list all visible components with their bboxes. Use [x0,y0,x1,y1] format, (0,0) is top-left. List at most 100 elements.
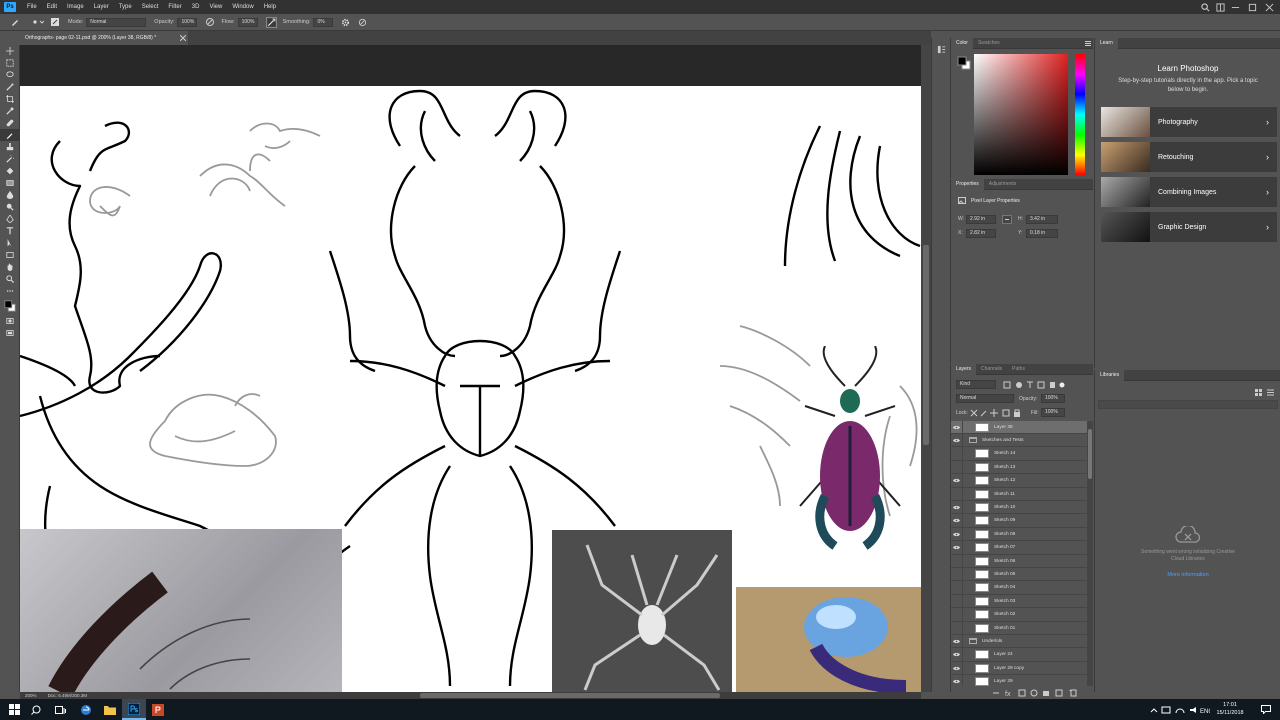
layers-scroll-thumb[interactable] [1088,429,1092,479]
menu-type[interactable]: Type [114,4,137,10]
taskbar-photoshop[interactable] [122,699,146,720]
close-icon[interactable] [1265,3,1274,12]
healing-brush-tool[interactable] [0,117,20,129]
panel-menu-icon[interactable] [1085,41,1091,46]
visibility-toggle[interactable] [951,581,963,595]
layer-group-row[interactable]: Sketches and Tests [951,433,1087,448]
visibility-toggle[interactable] [951,421,963,434]
marquee-tool[interactable] [0,57,20,69]
history-icon[interactable] [937,45,946,54]
layer-row[interactable]: Sketch 04 [951,581,1087,595]
layer-row[interactable]: Sketch 10 [951,500,1087,515]
tab-paths[interactable]: Paths [1007,364,1030,375]
visibility-toggle[interactable] [951,487,963,501]
grid-view-icon[interactable] [1255,389,1262,396]
tab-learn[interactable]: Learn [1095,37,1118,49]
horizontal-scroll-thumb[interactable] [420,693,720,698]
color-swatches[interactable] [0,297,20,315]
tab-adjustments[interactable]: Adjustments [984,179,1022,190]
menu-view[interactable]: View [204,4,227,10]
mode-select[interactable]: Normal [86,17,147,27]
document-tab[interactable]: Orthographs- page 02-11.psd @ 200% (Laye… [20,31,188,45]
hue-slider[interactable] [1075,54,1085,175]
vertical-scrollbar[interactable] [921,45,931,692]
tab-swatches[interactable]: Swatches [973,38,1005,49]
layer-filter-icons[interactable] [1003,381,1065,389]
y-field[interactable]: 0.18 in [1026,229,1058,238]
tab-properties[interactable]: Properties [951,178,984,190]
menu-help[interactable]: Help [259,4,281,10]
layer-group-row[interactable]: Underlols [951,634,1087,649]
close-tab-icon[interactable] [180,35,186,41]
visibility-toggle[interactable] [951,447,963,461]
flow-field[interactable]: 100% [237,17,258,27]
brush-tool[interactable] [0,129,20,141]
visibility-toggle[interactable] [951,527,963,541]
menu-image[interactable]: Image [62,4,89,10]
menu-filter[interactable]: Filter [163,4,186,10]
visibility-toggle[interactable] [951,500,963,514]
layers-footer-icons[interactable]: fx [991,689,1085,697]
layer-opacity-field[interactable]: 100% [1041,394,1065,403]
screen-mode-tool[interactable] [0,327,20,339]
layer-row[interactable]: Sketch 11 [951,487,1087,501]
layer-row[interactable]: Layer 29 [951,675,1087,686]
menu-layer[interactable]: Layer [89,4,114,10]
list-view-icon[interactable] [1267,389,1274,396]
gradient-tool[interactable] [0,177,20,189]
layer-row[interactable]: Layer 29 copy [951,661,1087,676]
workspace-icon[interactable] [1216,2,1225,12]
dodge-tool[interactable] [0,201,20,213]
eyedropper-tool[interactable] [0,105,20,117]
visibility-toggle[interactable] [951,460,963,474]
opacity-field[interactable]: 100% [177,17,198,27]
tab-channels[interactable]: Channels [976,364,1007,375]
layer-row[interactable]: Sketch 09 [951,514,1087,528]
learn-topic-photography[interactable]: Photography › [1101,107,1277,137]
path-selection-tool[interactable] [0,237,20,249]
tab-libraries[interactable]: Libraries [1095,369,1125,381]
learn-topic-retouching[interactable]: Retouching › [1101,142,1277,172]
layer-row[interactable]: Sketch 07 [951,541,1087,555]
type-tool[interactable] [0,225,20,237]
quick-select-tool[interactable] [0,81,20,93]
crop-tool[interactable] [0,93,20,105]
pen-tool[interactable] [0,213,20,225]
system-tray-icons[interactable]: ENG [1150,706,1210,714]
clone-stamp-tool[interactable] [0,141,20,153]
hand-tool[interactable] [0,261,20,273]
fill-field[interactable]: 100% [1041,408,1065,417]
more-tools[interactable] [0,285,20,297]
brush-settings-icon[interactable] [50,17,60,27]
visibility-toggle[interactable] [951,567,963,581]
quick-mask-tool[interactable] [0,315,20,327]
layer-row[interactable]: Sketch 01 [951,621,1087,635]
layer-row[interactable]: Layer 38 [951,421,1087,434]
brush-tool-icon[interactable] [10,17,20,27]
visibility-toggle[interactable] [951,648,963,662]
smoothing-field[interactable]: 0% [313,17,334,27]
more-information-link[interactable]: More information [1138,572,1238,578]
visibility-toggle[interactable] [951,433,963,447]
history-brush-tool[interactable] [0,153,20,165]
layer-row[interactable]: Sketch 14 [951,447,1087,461]
vertical-scroll-thumb[interactable] [923,245,929,445]
layer-row[interactable]: Sketch 03 [951,594,1087,609]
document-canvas[interactable] [20,86,921,692]
taskbar-powerpoint[interactable] [146,699,170,720]
visibility-toggle[interactable] [951,675,963,686]
foreground-background-swatch-icon[interactable] [957,56,971,70]
visibility-toggle[interactable] [951,514,963,528]
layer-row[interactable]: Sketch 12 [951,474,1087,488]
color-field[interactable] [974,54,1068,175]
layer-row[interactable]: Layer 24 [951,648,1087,662]
search-icon[interactable] [1201,2,1210,12]
menu-3d[interactable]: 3D [187,4,205,10]
visibility-toggle[interactable] [951,554,963,568]
visibility-toggle[interactable] [951,474,963,488]
learn-topic-combining-images[interactable]: Combining Images › [1101,177,1277,207]
menu-window[interactable]: Window [227,4,258,10]
x-field[interactable]: 2.82 in [966,229,996,238]
airbrush-icon[interactable] [265,16,277,28]
zoom-tool[interactable] [0,273,20,285]
